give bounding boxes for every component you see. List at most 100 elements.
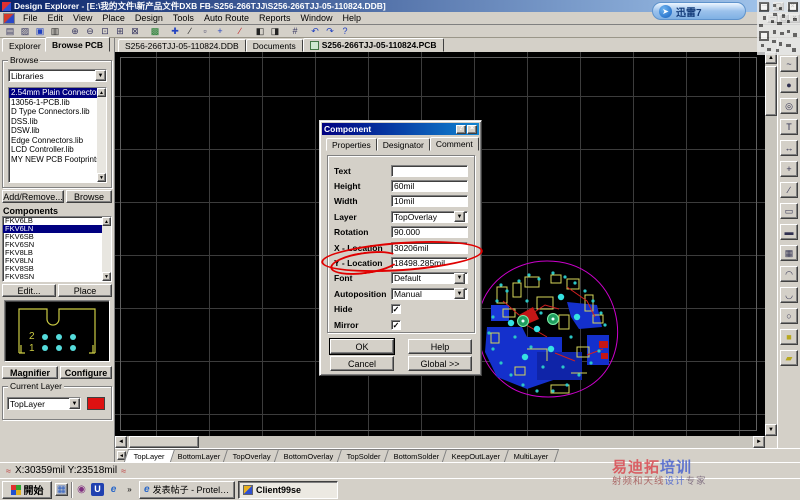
layer-tab-bottomoverlay[interactable]: BottomOverlay <box>274 449 344 462</box>
task-protel-forum[interactable]: e 发表帖子 - Protel - 中国... <box>139 481 235 499</box>
tab-pcb-document[interactable]: S256-266TJJ-05-110824.PCB <box>303 38 444 52</box>
arc-bottom-icon[interactable]: ◡ <box>780 287 798 303</box>
layer-tab-toplayer[interactable]: TopLayer <box>124 449 175 462</box>
horizontal-scroll-thumb[interactable] <box>129 436 199 448</box>
board-icon[interactable]: ▩ <box>148 25 162 37</box>
libraries-scrollbar[interactable]: ▲ ▼ <box>97 88 106 182</box>
dialog-title-bar[interactable]: Component ? × <box>322 123 479 135</box>
place-button[interactable]: Place <box>58 284 112 297</box>
layer-color-swatch[interactable] <box>87 397 105 410</box>
layer-tab-bottomsolder[interactable]: BottomSolder <box>384 449 450 462</box>
help-icon[interactable]: ? <box>456 125 466 134</box>
dimension-icon[interactable]: ↔ <box>780 140 798 156</box>
task-client99se[interactable]: Client99se <box>238 481 338 499</box>
via-icon[interactable]: ◎ <box>780 98 798 114</box>
cancel-button[interactable]: Cancel <box>330 356 394 371</box>
chevron-down-icon[interactable]: ▼ <box>69 398 80 409</box>
browse-button[interactable]: Browse <box>66 190 112 203</box>
library1-icon[interactable]: ◧ <box>253 25 267 37</box>
brush-icon[interactable]: ∕ <box>233 25 247 37</box>
libraries-list[interactable]: 2.54mm Plain Connectors.lib 13056-1-PCB.… <box>8 87 107 183</box>
scroll-down-icon[interactable]: ▼ <box>765 424 777 436</box>
horizontal-scrollbar[interactable]: ◄ ► <box>115 436 765 448</box>
crossprobe-icon[interactable]: ✚ <box>168 25 182 37</box>
menu-window[interactable]: Window <box>295 12 337 25</box>
list-item[interactable]: D Type Connectors.lib <box>9 107 106 117</box>
zoom-in-icon[interactable]: ⊕ <box>68 25 82 37</box>
layer-tab-topoverlay[interactable]: TopOverlay <box>223 449 281 462</box>
track-icon[interactable]: ~ <box>780 56 798 72</box>
chevron-right-icon[interactable]: » <box>123 483 136 496</box>
menu-help[interactable]: Help <box>338 12 367 25</box>
pad-icon[interactable]: ● <box>780 77 798 93</box>
zoom-window-icon[interactable]: ⊡ <box>98 25 112 37</box>
tab-designator[interactable]: Designator <box>377 138 430 151</box>
magnifier-button[interactable]: Magnifier <box>2 366 58 379</box>
components-list[interactable]: FKV6LB FKV6LN FKV6SB FKV6SN FKV8LB FKV8L… <box>2 216 112 282</box>
layer-tab-bottomlayer[interactable]: BottomLayer <box>168 449 231 462</box>
fill-icon[interactable]: ▬ <box>780 224 798 240</box>
rect-outline-icon[interactable]: ▭ <box>780 203 798 219</box>
menu-view[interactable]: View <box>68 12 97 25</box>
menu-auto-route[interactable]: Auto Route <box>199 12 254 25</box>
scroll-right-icon[interactable]: ► <box>753 436 765 448</box>
redo-icon[interactable]: ↷ <box>323 25 337 37</box>
coordinate-icon[interactable]: + <box>780 161 798 177</box>
menu-reports[interactable]: Reports <box>254 12 296 25</box>
tab-explorer[interactable]: Explorer <box>2 38 48 52</box>
layer-select[interactable]: TopOverlay▼ <box>391 211 468 223</box>
circle-icon[interactable]: ○ <box>780 308 798 324</box>
chevron-down-icon[interactable]: ▼ <box>95 70 106 81</box>
text-input[interactable] <box>391 165 468 177</box>
list-item[interactable]: FKV8SN <box>3 273 111 281</box>
layer-tab-topsolder[interactable]: TopSolder <box>337 449 391 462</box>
select-area-icon[interactable]: ▫ <box>198 25 212 37</box>
vertical-scrollbar[interactable]: ▲ ▼ <box>765 52 777 436</box>
hide-checkbox[interactable]: ✓ <box>391 304 401 314</box>
list-item[interactable]: LCD Controller.lib <box>9 145 106 155</box>
menu-file[interactable]: File <box>18 12 43 25</box>
zoom-all-icon[interactable]: ⊞ <box>113 25 127 37</box>
chevron-down-icon[interactable]: ▼ <box>454 273 465 284</box>
list-item[interactable]: 13056-1-PCB.lib <box>9 98 106 108</box>
scroll-left-icon[interactable]: ◄ <box>115 436 127 448</box>
configure-button[interactable]: Configure <box>60 366 112 379</box>
y-location-input[interactable]: 18498.285mil <box>391 257 468 269</box>
ok-button[interactable]: OK <box>330 339 394 354</box>
autoposition-select[interactable]: Manual▼ <box>391 288 468 300</box>
list-item[interactable]: 2.54mm Plain Connectors.lib <box>9 88 106 98</box>
chevron-down-icon[interactable]: ▼ <box>454 288 465 299</box>
width-input[interactable]: 10mil <box>391 195 468 207</box>
tab-design-ddb[interactable]: S256-266TJJ-05-110824.DDB <box>118 39 246 52</box>
layer-tab-keepoutlayer[interactable]: KeepOutLayer <box>442 449 511 462</box>
show-desktop-icon[interactable]: ▦ <box>55 483 68 496</box>
wire-icon[interactable]: ∕ <box>183 25 197 37</box>
scroll-down-icon[interactable]: ▼ <box>97 173 106 182</box>
list-item[interactable]: Edge Connectors.lib <box>9 136 106 146</box>
font-select[interactable]: Default▼ <box>391 272 468 284</box>
global-button[interactable]: Global >> <box>408 356 472 371</box>
xunlei-button[interactable]: ➤ 迅雷7 <box>652 2 746 20</box>
media-player-icon[interactable]: ◉ <box>75 483 88 496</box>
string-icon[interactable]: T <box>780 119 798 135</box>
array-icon[interactable]: ▦ <box>780 245 798 261</box>
add-remove-button[interactable]: Add/Remove... <box>2 190 64 203</box>
grid-icon[interactable]: # <box>288 25 302 37</box>
edit-button[interactable]: Edit... <box>2 284 56 297</box>
scroll-up-icon[interactable]: ▲ <box>102 217 111 226</box>
chevron-down-icon[interactable]: ▼ <box>454 211 465 222</box>
components-scrollbar[interactable]: ▲ ▼ <box>102 217 111 281</box>
help-button[interactable]: Help <box>408 339 472 354</box>
height-input[interactable]: 60mil <box>391 180 468 192</box>
vertical-scroll-thumb[interactable] <box>765 66 777 116</box>
scroll-up-icon[interactable]: ▲ <box>97 88 106 97</box>
scroll-down-icon[interactable]: ▼ <box>102 272 111 281</box>
mirror-checkbox[interactable]: ✓ <box>391 320 401 330</box>
list-item[interactable]: DSS.lib <box>9 117 106 127</box>
tab-documents[interactable]: Documents <box>246 39 303 52</box>
current-layer-select[interactable]: TopLayer ▼ <box>7 397 81 410</box>
menu-place[interactable]: Place <box>97 12 130 25</box>
list-item[interactable]: MY NEW PCB Footprints.lib <box>9 155 106 165</box>
report-icon[interactable]: ▤ <box>3 25 17 37</box>
start-button[interactable]: 開始 <box>2 481 52 499</box>
